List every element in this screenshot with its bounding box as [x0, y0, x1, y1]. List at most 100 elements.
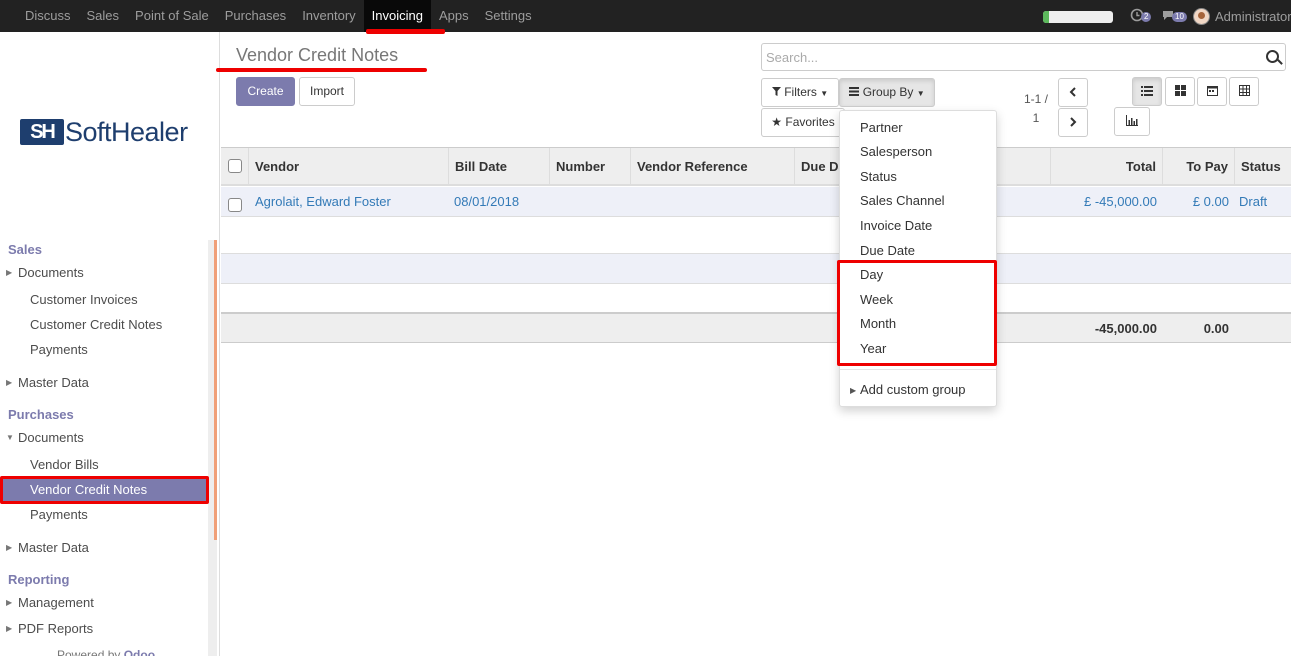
kanban-view-button[interactable]	[1165, 77, 1195, 106]
menu-sales[interactable]: Sales	[79, 0, 128, 32]
calendar-view-button[interactable]	[1197, 77, 1227, 106]
filters-label: Filters	[784, 85, 817, 99]
powered-by[interactable]: Powered by Odoo	[57, 648, 155, 656]
pager: 1-1 / 1	[1016, 90, 1056, 128]
caret-right-icon: ▶	[6, 543, 13, 552]
pager-next-button[interactable]	[1058, 108, 1088, 137]
pager-previous-button[interactable]	[1058, 78, 1088, 107]
list-view-button[interactable]	[1132, 77, 1162, 106]
sidebar-item-sales-master-data[interactable]: ▶ Master Data	[0, 371, 207, 395]
total-cell[interactable]: £ -45,000.00	[1051, 187, 1157, 217]
caret-right-icon: ▶	[6, 624, 13, 633]
logo-mark: SH	[20, 119, 64, 145]
dropdown-divider	[840, 369, 996, 370]
star-icon: ★	[771, 115, 783, 129]
table-grid-icon	[1238, 84, 1250, 99]
group-by-button[interactable]: Group By ▼	[839, 78, 935, 107]
messages-button[interactable]: 10	[1161, 7, 1187, 25]
message-count-badge: 10	[1172, 12, 1187, 22]
menu-invoicing[interactable]: Invoicing	[363, 0, 431, 32]
table-row[interactable]: Agrolait, Edward Foster 08/01/2018 £ -45…	[221, 187, 1291, 217]
column-header-total[interactable]: Total	[1051, 148, 1163, 185]
to-pay-cell[interactable]: £ 0.00	[1163, 187, 1229, 217]
chevron-right-icon	[1069, 115, 1077, 130]
sidebar-item-sales-payments[interactable]: Payments	[0, 338, 207, 362]
company-logo: SH SoftHealer	[20, 116, 205, 148]
sidebar-item-vendor-bills[interactable]: Vendor Bills	[0, 453, 207, 477]
menu-purchases[interactable]: Purchases	[217, 0, 294, 32]
groupby-option-salesperson[interactable]: Salesperson	[860, 143, 932, 161]
sidebar-section-purchases: Purchases	[8, 407, 74, 422]
sidebar-item-sales-documents[interactable]: ▶ Documents	[0, 261, 207, 285]
sidebar-item-purchases-documents[interactable]: ▼ Documents	[0, 426, 207, 450]
favorites-button[interactable]: ★ Favorites	[761, 108, 845, 137]
sidebar-scrollbar[interactable]	[208, 240, 217, 656]
groupby-option-partner[interactable]: Partner	[860, 119, 903, 137]
vendor-cell[interactable]: Agrolait, Edward Foster	[255, 187, 445, 217]
filters-button[interactable]: Filters ▼	[761, 78, 839, 107]
table-header: Vendor Bill Date Number Vendor Reference…	[221, 147, 1291, 186]
column-header-vendor[interactable]: Vendor	[249, 148, 449, 185]
caret-down-icon: ▼	[916, 89, 925, 98]
caret-right-icon: ▶	[6, 268, 13, 277]
footer-to-pay: 0.00	[1203, 321, 1229, 336]
sidebar-item-label: Documents	[18, 430, 84, 445]
bill-date-cell[interactable]: 08/01/2018	[454, 187, 550, 217]
groupby-option-invoice-date[interactable]: Invoice Date	[860, 217, 932, 235]
caret-right-icon: ▶	[6, 378, 13, 387]
pivot-view-button[interactable]	[1229, 77, 1259, 106]
menu-discuss[interactable]: Discuss	[17, 0, 79, 32]
column-header-to-pay[interactable]: To Pay	[1163, 148, 1235, 185]
onboarding-progress-bar[interactable]	[1043, 11, 1113, 23]
groupby-option-status[interactable]: Status	[860, 168, 897, 186]
sidebar-item-label: Management	[18, 595, 94, 610]
sidebar-item-purchases-master-data[interactable]: ▶ Master Data	[0, 536, 207, 560]
menu-point-of-sale[interactable]: Point of Sale	[127, 0, 217, 32]
activity-button[interactable]: 2	[1130, 7, 1152, 25]
user-name: Administrator	[1215, 8, 1291, 24]
groupby-option-sales-channel[interactable]: Sales Channel	[860, 192, 945, 210]
groupby-option-due-date[interactable]: Due Date	[860, 242, 915, 260]
scrollbar-thumb[interactable]	[214, 240, 217, 540]
sidebar-item-label: Master Data	[18, 375, 89, 390]
sidebar-item-pdf-reports[interactable]: ▶ PDF Reports	[0, 617, 207, 641]
create-button[interactable]: Create	[236, 77, 295, 106]
sidebar-item-label: Master Data	[18, 540, 89, 555]
graph-view-button[interactable]	[1114, 107, 1150, 136]
sidebar-item-purchases-payments[interactable]: Payments	[0, 503, 207, 527]
pager-range[interactable]: 1-1 /	[1016, 90, 1056, 109]
empty-row	[221, 254, 1291, 284]
app-menu: Discuss Sales Point of Sale Purchases In…	[17, 0, 540, 32]
top-navbar: Discuss Sales Point of Sale Purchases In…	[0, 0, 1291, 32]
select-all-checkbox[interactable]	[228, 159, 242, 173]
column-header-vendor-reference[interactable]: Vendor Reference	[631, 148, 795, 185]
menu-inventory[interactable]: Inventory	[294, 0, 363, 32]
calendar-icon	[1206, 84, 1218, 99]
sidebar-item-customer-invoices[interactable]: Customer Invoices	[0, 288, 207, 312]
select-all-cell	[221, 148, 249, 185]
search-icon[interactable]	[1266, 50, 1279, 63]
chevron-left-icon	[1069, 85, 1077, 100]
favorites-label: Favorites	[785, 115, 835, 129]
highlight-underline-invoicing	[366, 29, 445, 34]
row-checkbox[interactable]	[228, 198, 242, 212]
logo-text: SoftHealer	[65, 116, 188, 147]
bar-chart-icon	[1126, 114, 1138, 129]
menu-settings[interactable]: Settings	[477, 0, 540, 32]
column-header-number[interactable]: Number	[550, 148, 631, 185]
column-header-bill-date[interactable]: Bill Date	[449, 148, 550, 185]
sidebar-item-customer-credit-notes[interactable]: Customer Credit Notes	[0, 313, 207, 337]
search-input[interactable]	[766, 47, 1256, 67]
import-button[interactable]: Import	[299, 77, 355, 106]
sidebar-section-sales: Sales	[8, 242, 42, 257]
powered-by-brand: Odoo	[123, 648, 156, 656]
sidebar-item-management[interactable]: ▶ Management	[0, 591, 207, 615]
status-cell[interactable]: Draft	[1239, 187, 1291, 217]
menu-apps[interactable]: Apps	[431, 0, 477, 32]
user-menu[interactable]: Administrator	[1193, 7, 1291, 25]
column-header-status[interactable]: Status	[1235, 148, 1291, 185]
list-lines-icon	[849, 85, 860, 99]
add-custom-group[interactable]: Add custom group	[860, 381, 966, 399]
powered-by-text: Powered by	[57, 648, 121, 656]
kanban-view-icon	[1174, 84, 1186, 99]
